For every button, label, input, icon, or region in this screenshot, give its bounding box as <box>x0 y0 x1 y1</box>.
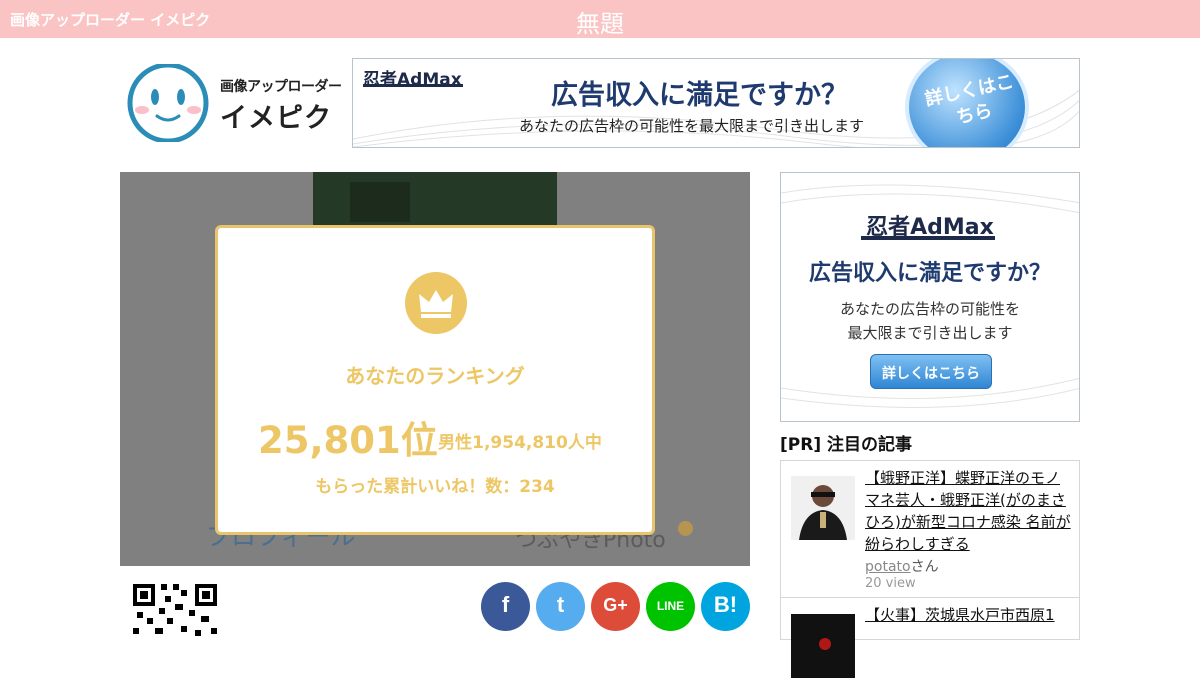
pr-article-list: 【蛾野正洋】蝶野正洋のモノマネ芸人・蛾野正洋(がのまさひろ)が新型コロナ感染 名… <box>780 460 1080 678</box>
line-share-button[interactable]: LINE <box>646 582 695 631</box>
pr-article-thumbnail[interactable] <box>791 476 855 540</box>
smiley-logo-icon <box>127 64 209 142</box>
ad-details-button[interactable]: 詳しくはこちら <box>905 59 1029 147</box>
logo-subtitle: 画像アップローダー <box>220 79 342 95</box>
pr-divider <box>781 597 1079 598</box>
ad-side-headline: 広告収入に満足ですか？ <box>808 261 1051 286</box>
ad-subline: あなたの広告枠の可能性を最大限まで引き出します <box>519 117 865 135</box>
pr-article-thumbnail[interactable] <box>791 614 855 678</box>
banner-ad-side[interactable]: 忍者AdMax 広告収入に満足ですか？ あなたの広告枠の可能性を 最大限まで引き… <box>780 172 1080 422</box>
crown-icon <box>405 272 467 334</box>
logo-title: イメピク <box>220 103 332 134</box>
ad-side-details-label: 詳しくはこちら <box>882 366 980 382</box>
banner-ad-top[interactable]: 忍者AdMax 広告収入に満足ですか？ あなたの広告枠の可能性を最大限まで引き出… <box>352 58 1080 148</box>
pr-article-title[interactable]: 【蛾野正洋】蝶野正洋のモノマネ芸人・蛾野正洋(がのまさひろ)が新型コロナ感染 名… <box>865 467 1071 555</box>
pr-heading: [PR] 注目の記事 <box>780 435 913 455</box>
facebook-icon: f <box>501 592 510 617</box>
twitter-share-button[interactable]: t <box>536 582 585 631</box>
hatena-icon: B! <box>713 592 738 617</box>
pr-article-author: potatoさん <box>865 556 939 576</box>
ranking-position: 25,801位 <box>258 419 438 462</box>
hatena-bookmark-button[interactable]: B! <box>701 582 750 631</box>
ad-side-subline-2: 最大限まで引き出します <box>847 324 1013 342</box>
twitter-icon: t <box>556 592 565 617</box>
help-icon <box>678 521 693 536</box>
line-icon: LINE <box>656 599 685 613</box>
uploaded-photo-detail <box>350 182 410 222</box>
qr-code-icon <box>131 582 221 642</box>
googleplus-share-button[interactable]: G+ <box>591 582 640 631</box>
pr-article-views: 20 view <box>865 576 916 591</box>
pr-author-suffix: さん <box>910 559 939 575</box>
site-logo[interactable]: 画像アップローダー イメピク <box>125 64 342 144</box>
top-bar: 画像アップローダー イメピク 無題 <box>0 0 1200 38</box>
ad-side-subline: あなたの広告枠の可能性を 最大限まで引き出します <box>781 297 1079 345</box>
ad-headline: 広告収入に満足ですか？ <box>551 80 848 111</box>
ad-side-details-button[interactable]: 詳しくはこちら <box>870 354 992 389</box>
pr-article-title[interactable]: 【火事】茨城県水戸市西原1 <box>865 604 1071 626</box>
ad-side-subline-1: あなたの広告枠の可能性を <box>839 300 1020 318</box>
ranking-label: あなたのランキング <box>345 364 525 388</box>
pr-author-link[interactable]: potato <box>865 559 911 575</box>
ad-side-brand-underline <box>861 236 995 240</box>
likes-count: もらった累計いいね！数：234 <box>315 477 555 497</box>
ad-details-label: 詳しくはこちら <box>923 71 1016 129</box>
page-title: 無題 <box>576 10 624 38</box>
ad-brand-underline <box>363 84 463 87</box>
facebook-share-button[interactable]: f <box>481 582 530 631</box>
googleplus-icon: G+ <box>603 595 628 615</box>
ranking-total: / 男性1,954,810人中 <box>426 433 602 453</box>
ranking-popup: あなたのランキング 25,801位 / 男性1,954,810人中 もらった累計… <box>215 225 655 535</box>
